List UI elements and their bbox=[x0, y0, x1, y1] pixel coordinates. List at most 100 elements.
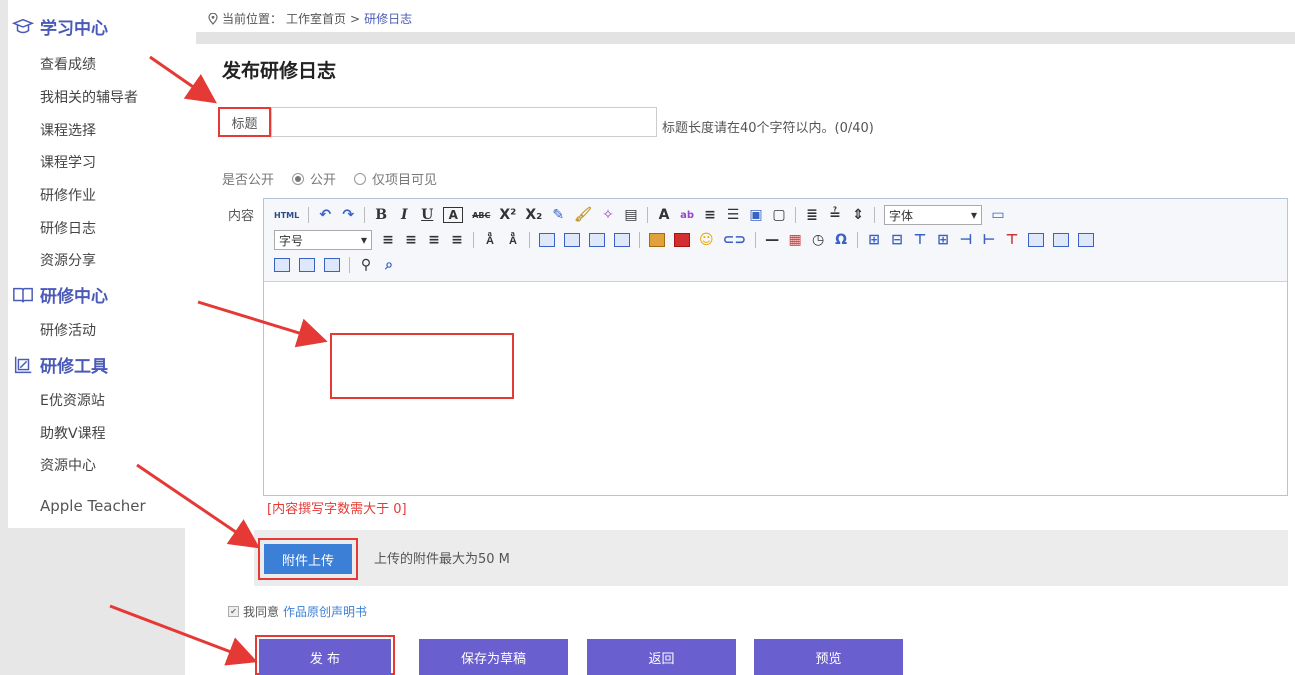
insert-caption-icon[interactable]: ⊤ bbox=[913, 231, 927, 249]
page-icon[interactable]: ▢ bbox=[772, 206, 786, 224]
attach-upload-button[interactable]: 附件上传 bbox=[264, 544, 352, 574]
insert-col-icon[interactable]: ⊣ bbox=[959, 231, 973, 249]
graduation-cap-icon bbox=[12, 18, 34, 33]
fullscreen-icon[interactable]: ▭ bbox=[991, 206, 1005, 224]
separator bbox=[308, 207, 310, 223]
highlight-color-button[interactable]: ab bbox=[680, 206, 694, 224]
line-height-icon[interactable]: ⇕ bbox=[851, 206, 865, 224]
table-props-icon[interactable]: ⊟ bbox=[890, 231, 904, 249]
merge-cells-icon[interactable] bbox=[1028, 233, 1045, 247]
font-size-select[interactable]: 字号 ▾ bbox=[274, 230, 372, 250]
align-center-icon[interactable]: ≡ bbox=[404, 231, 418, 249]
text-direction-rtl-icon[interactable]: Aͣ bbox=[506, 231, 520, 249]
font-family-select[interactable]: 字体 ▾ bbox=[884, 205, 983, 225]
location-pin-icon bbox=[208, 12, 218, 25]
paragraph-icon[interactable]: ▣ bbox=[749, 206, 763, 224]
merge-down-icon[interactable] bbox=[1078, 233, 1095, 247]
original-statement-link[interactable]: 作品原创声明书 bbox=[283, 603, 367, 620]
sidebar-item-e-resource[interactable]: E优资源站 bbox=[40, 390, 105, 410]
back-button[interactable]: 返回 bbox=[587, 639, 736, 675]
special-char-icon[interactable]: Ω bbox=[834, 231, 848, 249]
image-center-icon[interactable] bbox=[614, 233, 630, 247]
toolbar-row-1: HTML ↶ ↷ B I U A ABC X² X₂ ✎ 🖌 ✧ ▤ A ab … bbox=[274, 205, 1005, 225]
sidebar-item-course-study[interactable]: 课程学习 bbox=[40, 152, 96, 172]
text-direction-ltr-icon[interactable]: Aͣ bbox=[483, 231, 497, 249]
row-spacing-bottom-icon[interactable]: ≟ bbox=[828, 206, 842, 224]
date-icon[interactable]: ▦ bbox=[788, 231, 802, 249]
strikethrough-button[interactable]: ABC bbox=[472, 206, 490, 224]
merge-right-icon[interactable] bbox=[1053, 233, 1070, 247]
breadcrumb-current: 研修日志 bbox=[364, 12, 413, 26]
underline-button[interactable]: U bbox=[420, 206, 434, 224]
radio-public-label[interactable]: 公开 bbox=[310, 169, 336, 188]
delete-col-icon[interactable]: ⊤ bbox=[1005, 231, 1019, 249]
radio-project-only-label[interactable]: 仅项目可见 bbox=[372, 169, 437, 188]
image-left-icon[interactable] bbox=[539, 233, 555, 247]
split-cols-icon[interactable] bbox=[324, 258, 340, 272]
sidebar-item-resource-share[interactable]: 资源分享 bbox=[40, 250, 96, 270]
sidebar-item-homework[interactable]: 研修作业 bbox=[40, 185, 96, 205]
align-left-icon[interactable]: ≡ bbox=[381, 231, 395, 249]
html-source-button[interactable]: HTML bbox=[274, 206, 299, 224]
ordered-list-icon[interactable]: ≡ bbox=[703, 206, 717, 224]
delete-row-icon[interactable]: ⊢ bbox=[982, 231, 996, 249]
breadcrumb-home[interactable]: 工作室首页 bbox=[286, 10, 346, 27]
preview-button[interactable]: 预览 bbox=[754, 639, 903, 675]
title-input[interactable] bbox=[271, 107, 657, 137]
italic-button[interactable]: I bbox=[397, 206, 411, 224]
insert-table-icon[interactable]: ⊞ bbox=[867, 231, 881, 249]
editor-content-area[interactable] bbox=[264, 282, 1287, 495]
sidebar-item-assistant-v[interactable]: 助教V课程 bbox=[40, 423, 106, 443]
image-right-icon[interactable] bbox=[564, 233, 580, 247]
sidebar-item-resource-center[interactable]: 资源中心 bbox=[40, 455, 96, 475]
unordered-list-icon[interactable]: ☰ bbox=[726, 206, 740, 224]
link-icon[interactable]: ⊂⊃ bbox=[723, 231, 746, 249]
sidebar-section-research[interactable]: 研修中心 bbox=[12, 282, 108, 307]
sidebar-item-journal[interactable]: 研修日志 bbox=[40, 218, 96, 238]
eraser-icon[interactable]: ✎ bbox=[551, 206, 565, 224]
agree-checkbox[interactable]: ✔ bbox=[228, 606, 239, 617]
search-replace-icon[interactable]: ⌕ bbox=[382, 256, 396, 274]
sidebar-item-apple-teacher[interactable]: Apple Teacher bbox=[40, 497, 146, 515]
row-spacing-top-icon[interactable]: ≣ bbox=[805, 206, 819, 224]
split-rows-icon[interactable] bbox=[299, 258, 315, 272]
bold-button[interactable]: B bbox=[374, 206, 388, 224]
rich-text-editor: HTML ↶ ↷ B I U A ABC X² X₂ ✎ 🖌 ✧ ▤ A ab … bbox=[263, 198, 1288, 496]
font-family-value: 字体 bbox=[889, 208, 914, 223]
subscript-button[interactable]: X₂ bbox=[525, 206, 542, 224]
split-cells-icon[interactable] bbox=[274, 258, 290, 272]
paste-text-icon[interactable]: ▤ bbox=[624, 206, 638, 224]
emoticon-icon[interactable]: ☺ bbox=[699, 231, 714, 249]
breadcrumb-label: 当前位置： bbox=[222, 12, 283, 26]
image-none-icon[interactable] bbox=[589, 233, 605, 247]
insert-flash-icon[interactable] bbox=[674, 233, 690, 247]
sidebar-item-tutors[interactable]: 我相关的辅导者 bbox=[40, 87, 138, 107]
find-icon[interactable]: ⚲ bbox=[359, 256, 373, 274]
undo-icon[interactable]: ↶ bbox=[318, 206, 332, 224]
sidebar-item-course-select[interactable]: 课程选择 bbox=[40, 120, 96, 140]
sidebar: 学习中心 查看成绩 我相关的辅导者 课程选择 课程学习 研修作业 研修日志 资源… bbox=[0, 0, 185, 675]
format-brush-icon[interactable]: 🖌 bbox=[574, 206, 592, 224]
insert-image-icon[interactable] bbox=[649, 233, 665, 247]
sidebar-section-study[interactable]: 学习中心 bbox=[12, 14, 108, 39]
save-draft-button[interactable]: 保存为草稿 bbox=[419, 639, 568, 675]
sidebar-section-tools[interactable]: 研修工具 bbox=[12, 352, 108, 377]
horizontal-rule-icon[interactable]: — bbox=[765, 231, 779, 249]
publish-button[interactable]: 发 布 bbox=[259, 639, 391, 675]
sidebar-panel bbox=[8, 0, 185, 528]
magic-wand-icon[interactable]: ✧ bbox=[601, 206, 615, 224]
redo-icon[interactable]: ↷ bbox=[341, 206, 355, 224]
radio-public[interactable] bbox=[292, 172, 305, 185]
sidebar-item-activities[interactable]: 研修活动 bbox=[40, 320, 96, 340]
insert-row-icon[interactable]: ⊞ bbox=[936, 231, 950, 249]
align-right-icon[interactable]: ≡ bbox=[427, 231, 441, 249]
font-border-button[interactable]: A bbox=[443, 207, 464, 223]
radio-project-only[interactable] bbox=[354, 172, 367, 185]
separator bbox=[874, 207, 876, 223]
font-color-button[interactable]: A bbox=[657, 206, 671, 224]
time-icon[interactable]: ◷ bbox=[811, 231, 825, 249]
superscript-button[interactable]: X² bbox=[499, 206, 516, 224]
sidebar-item-grades[interactable]: 查看成绩 bbox=[40, 54, 96, 74]
separator bbox=[639, 232, 640, 248]
align-justify-icon[interactable]: ≡ bbox=[450, 231, 464, 249]
